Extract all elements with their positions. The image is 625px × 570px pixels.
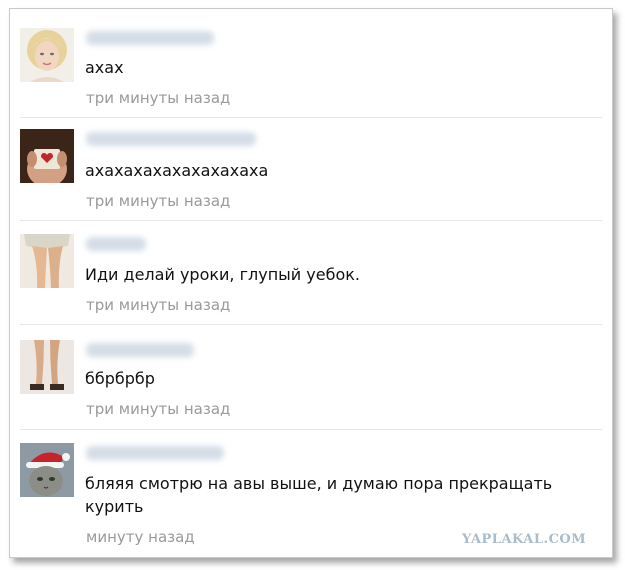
comment-time[interactable]: три минуты назад <box>86 400 230 418</box>
separator <box>20 324 602 325</box>
avatar-legs-photo-icon[interactable] <box>20 234 74 288</box>
author-name-blurred[interactable] <box>86 343 194 357</box>
separator <box>20 117 602 118</box>
comments-panel: ахах три минуты назад ахахахахахахахахах… <box>9 8 613 558</box>
comment-text: ахахахахахахахахаха <box>85 161 269 180</box>
comment-text: Иди делай уроки, глупый уебок. <box>85 265 360 284</box>
author-name-blurred[interactable] <box>86 132 256 146</box>
comment-text: ббрбрбр <box>85 369 155 388</box>
watermark-text: YAPLAKAL.COM <box>462 532 587 547</box>
comment-time[interactable]: три минуты назад <box>86 89 230 107</box>
avatar-santa-cat-icon[interactable] <box>20 443 74 497</box>
avatar-blonde-woman-icon[interactable] <box>20 28 74 82</box>
comment-time[interactable]: три минуты назад <box>86 296 230 314</box>
author-name-blurred[interactable] <box>86 237 146 251</box>
avatar-feet-photo-icon[interactable] <box>20 340 74 394</box>
separator <box>20 429 602 430</box>
author-name-blurred[interactable] <box>86 446 224 460</box>
separator <box>20 220 602 221</box>
avatar-heart-photo-icon[interactable] <box>20 129 74 183</box>
comment-text: ахах <box>85 58 124 77</box>
comment-time[interactable]: минуту назад <box>86 528 195 546</box>
comment-time[interactable]: три минуты назад <box>86 192 230 210</box>
comment-text: бляяя смотрю на авы выше, и думаю пора п… <box>85 474 553 516</box>
author-name-blurred[interactable] <box>86 31 214 45</box>
